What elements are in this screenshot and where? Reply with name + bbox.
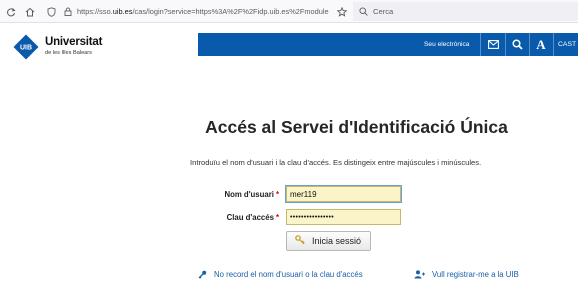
logo-title: Universitat: [45, 36, 103, 49]
forgot-credentials-label: No record el nom d'usuari o la clau d'ac…: [214, 270, 363, 279]
uib-logo-mark: UIB: [13, 34, 39, 60]
address-bar[interactable]: https://sso.uib.es/cas/login?service=htt…: [64, 2, 348, 21]
seu-electronica-link[interactable]: Seu electrònica: [424, 33, 469, 56]
url-text: https://sso.uib.es/cas/login?service=htt…: [77, 7, 329, 16]
key-icon: [295, 235, 305, 247]
page-description: Introduïu el nom d'usuari i la clau d'ac…: [190, 158, 482, 167]
username-input[interactable]: mer119: [285, 185, 402, 203]
forgot-credentials-link[interactable]: No record el nom d'usuari o la clau d'ac…: [198, 270, 363, 279]
shield-icon[interactable]: [44, 4, 59, 19]
username-label: Nom d'usuari *: [224, 190, 279, 199]
header-divider: [480, 33, 481, 56]
register-label: Vull registrar-me a la UIB: [432, 270, 519, 279]
key-icon: [198, 270, 207, 279]
font-size-button[interactable]: A: [530, 33, 552, 56]
add-user-icon: [414, 270, 425, 279]
search-placeholder: Cerca: [373, 7, 394, 16]
bookmark-star-icon[interactable]: [334, 4, 349, 19]
lock-icon: [64, 3, 72, 21]
password-input[interactable]: ••••••••••••••••: [286, 209, 401, 225]
register-link[interactable]: Vull registrar-me a la UIB: [414, 270, 519, 279]
logo-subtitle: de les Illes Balears: [45, 49, 92, 56]
svg-text:UIB: UIB: [20, 45, 32, 52]
header-divider: [553, 33, 554, 56]
home-icon[interactable]: [22, 4, 37, 19]
uib-logo[interactable]: UIB Universitat de les Illes Balears: [13, 34, 102, 60]
language-switch[interactable]: CAST: [558, 33, 576, 56]
page-title: Accés al Servei d'Identificació Única: [205, 117, 508, 137]
login-button-label: Inicia sessió: [312, 236, 362, 246]
required-marker: *: [275, 213, 279, 222]
required-marker: *: [275, 190, 279, 199]
browser-toolbar: https://sso.uib.es/cas/login?service=htt…: [0, 0, 578, 23]
password-label: Clau d'accés *: [226, 213, 279, 222]
search-icon: [359, 7, 368, 16]
browser-search-input[interactable]: Cerca: [353, 2, 578, 21]
login-button[interactable]: Inicia sessió: [286, 231, 371, 251]
mail-icon[interactable]: [482, 33, 504, 56]
search-icon[interactable]: [506, 33, 528, 56]
refresh-icon[interactable]: [3, 4, 18, 19]
